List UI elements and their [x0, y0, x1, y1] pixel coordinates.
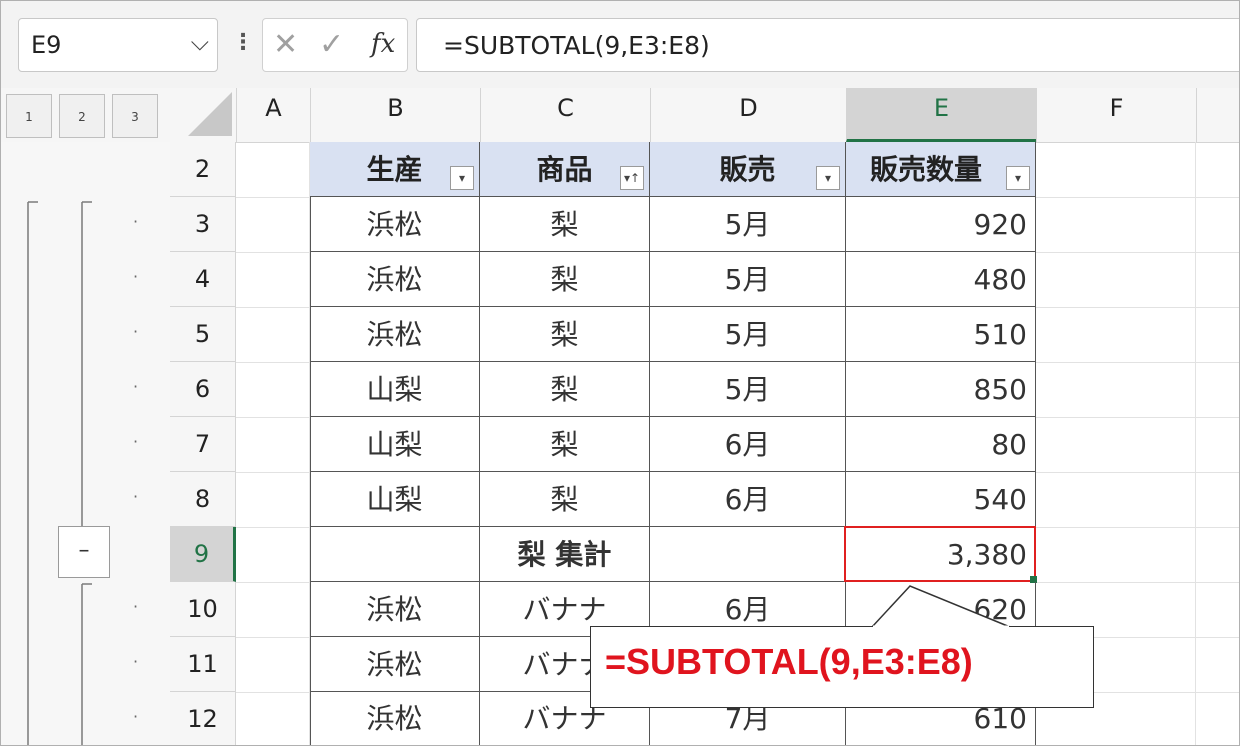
- cancel-icon[interactable]: ✕: [273, 27, 298, 62]
- table-cell[interactable]: 6月: [650, 472, 846, 527]
- row-header[interactable]: 10: [170, 582, 236, 637]
- column-header-g[interactable]: [1196, 88, 1240, 142]
- column-header-a[interactable]: A: [236, 88, 310, 142]
- header-label: 販売数量: [870, 153, 983, 186]
- table-cell[interactable]: 梨: [480, 252, 650, 307]
- table-cell[interactable]: 浜松: [310, 307, 480, 362]
- column-header-f[interactable]: F: [1036, 88, 1196, 142]
- outline-dot: ·: [133, 487, 139, 506]
- table-cell[interactable]: 5月: [650, 252, 846, 307]
- insert-function-icon[interactable]: fx: [371, 29, 395, 59]
- table-cell[interactable]: 山梨: [310, 417, 480, 472]
- chevron-down-icon[interactable]: ⌵: [191, 28, 209, 56]
- row-header[interactable]: 7: [170, 417, 236, 472]
- header-label: 商品: [536, 153, 593, 186]
- row-header[interactable]: 2: [170, 142, 236, 197]
- header-label: 販売: [719, 153, 776, 186]
- table-cell[interactable]: 540: [846, 472, 1036, 527]
- row-header[interactable]: 4: [170, 252, 236, 307]
- column-g-cells[interactable]: [1196, 142, 1240, 746]
- table-cell[interactable]: 梨: [480, 307, 650, 362]
- name-box[interactable]: E9 ⌵: [18, 18, 218, 72]
- header-label: 生産: [366, 153, 423, 186]
- outline-dot: ·: [133, 377, 139, 396]
- column-header-b[interactable]: B: [310, 88, 480, 142]
- table-cell[interactable]: 510: [846, 307, 1036, 362]
- table-cell[interactable]: 梨: [480, 197, 650, 252]
- table-cell[interactable]: 6月: [650, 417, 846, 472]
- table-cell[interactable]: 920: [846, 197, 1036, 252]
- row-header[interactable]: 5: [170, 307, 236, 362]
- outline-dot: ·: [133, 322, 139, 341]
- enter-icon[interactable]: ✓: [319, 27, 344, 62]
- active-cell-border: [844, 526, 1036, 582]
- more-options-icon[interactable]: ⋮: [232, 30, 254, 55]
- table-cell[interactable]: 浜松: [310, 197, 480, 252]
- outline-dot: ·: [133, 597, 139, 616]
- outline-level-2-button[interactable]: 2: [59, 94, 105, 138]
- formula-text[interactable]: =SUBTOTAL(9,E3:E8): [443, 31, 710, 60]
- outline-dot: ·: [133, 212, 139, 231]
- row-header[interactable]: 12: [170, 692, 236, 746]
- column-header-c[interactable]: C: [480, 88, 650, 142]
- select-all-corner[interactable]: [188, 92, 232, 136]
- row-header[interactable]: 6: [170, 362, 236, 417]
- table-cell[interactable]: 浜松: [310, 252, 480, 307]
- table-cell[interactable]: 山梨: [310, 472, 480, 527]
- filter-dropdown-icon[interactable]: ▾: [1006, 166, 1030, 190]
- table-cell[interactable]: [310, 527, 480, 582]
- column-a-cells[interactable]: [236, 142, 310, 746]
- outline-dot: ·: [133, 267, 139, 286]
- filter-dropdown-icon[interactable]: ▾: [816, 166, 840, 190]
- column-header-e[interactable]: E: [846, 88, 1036, 142]
- sort-filter-icon[interactable]: ▾↑: [620, 166, 644, 190]
- outline-brackets: [27, 201, 92, 746]
- table-cell[interactable]: 浜松: [310, 692, 480, 746]
- name-box-value[interactable]: E9: [31, 31, 61, 59]
- outline-dot: ·: [133, 652, 139, 671]
- formula-input[interactable]: =SUBTOTAL(9,E3:E8): [416, 18, 1240, 72]
- row-header[interactable]: 11: [170, 637, 236, 692]
- table-cell[interactable]: 5月: [650, 197, 846, 252]
- table-cell[interactable]: 浜松: [310, 637, 480, 692]
- outline-level-1-button[interactable]: 1: [6, 94, 52, 138]
- outline-dot: ·: [133, 432, 139, 451]
- formula-callout: =SUBTOTAL(9,E3:E8): [590, 626, 1094, 708]
- subtotal-label-cell[interactable]: 梨 集計: [480, 527, 650, 582]
- table-cell[interactable]: [650, 527, 846, 582]
- filter-dropdown-icon[interactable]: ▾: [450, 166, 474, 190]
- row-header[interactable]: 8: [170, 472, 236, 527]
- table-cell[interactable]: 850: [846, 362, 1036, 417]
- table-cell[interactable]: 山梨: [310, 362, 480, 417]
- row-header-selected[interactable]: 9: [170, 527, 236, 582]
- table-cell[interactable]: 梨: [480, 417, 650, 472]
- callout-text: =SUBTOTAL(9,E3:E8): [605, 641, 973, 682]
- formula-buttons: ✕ ✓ fx: [262, 18, 408, 72]
- outline-pane: – · · · · · · · · ·: [0, 142, 171, 746]
- table-cell[interactable]: 梨: [480, 472, 650, 527]
- collapse-group-button[interactable]: –: [58, 526, 110, 578]
- row-header[interactable]: 3: [170, 197, 236, 252]
- table-cell[interactable]: 梨: [480, 362, 650, 417]
- formula-bar: E9 ⌵ ⋮ ✕ ✓ fx =SUBTOTAL(9,E3:E8): [0, 0, 1240, 89]
- table-cell[interactable]: 浜松: [310, 582, 480, 637]
- table-cell[interactable]: 5月: [650, 362, 846, 417]
- outline-dot: ·: [133, 707, 139, 726]
- column-header-d[interactable]: D: [650, 88, 846, 142]
- outline-level-3-button[interactable]: 3: [112, 94, 158, 138]
- table-cell[interactable]: 80: [846, 417, 1036, 472]
- table-cell[interactable]: 480: [846, 252, 1036, 307]
- table-cell[interactable]: 5月: [650, 307, 846, 362]
